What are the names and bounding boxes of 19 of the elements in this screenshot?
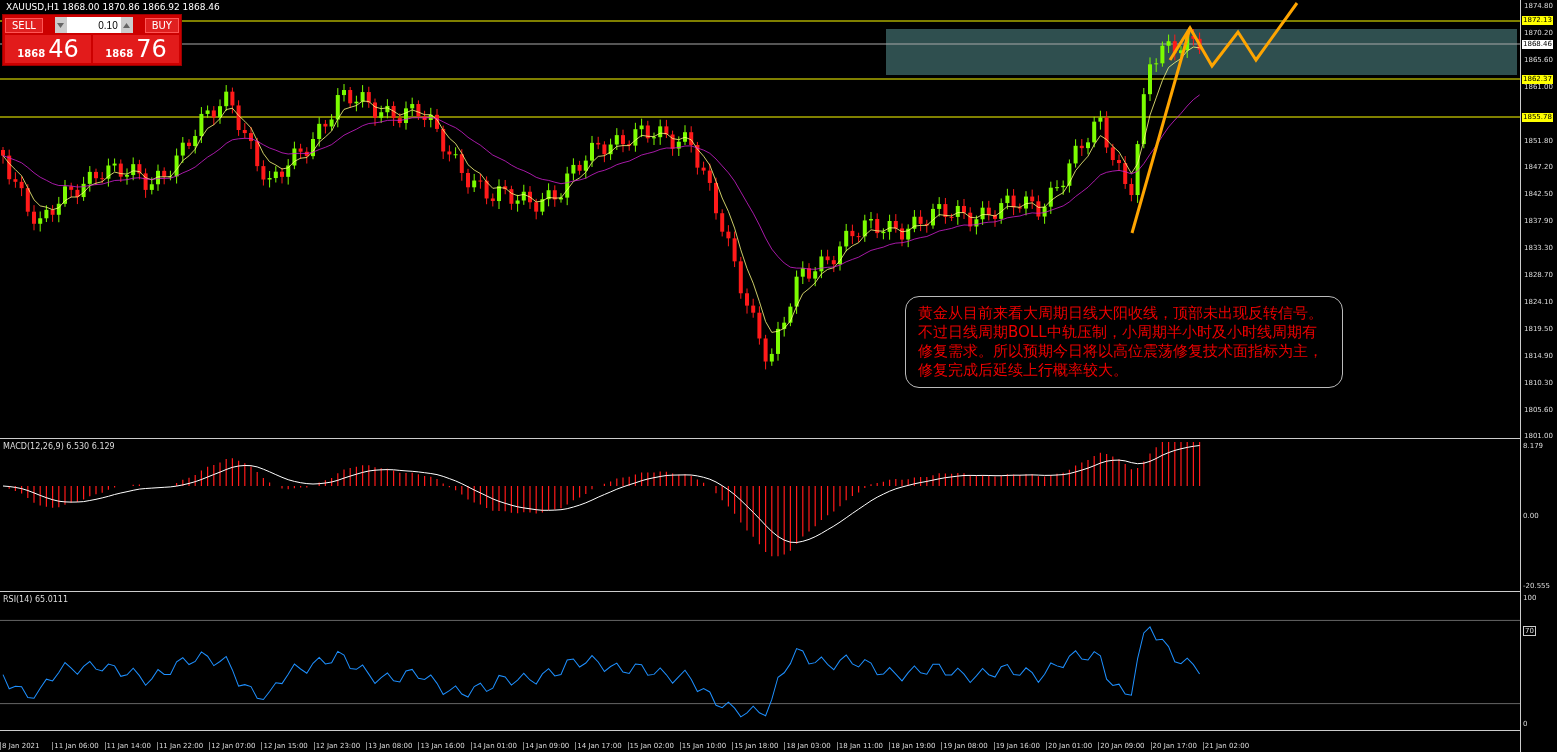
price-zone-rectangle[interactable]: [886, 29, 1517, 75]
down-triangle-icon: [57, 22, 65, 28]
horizontal-level-line[interactable]: [0, 20, 1520, 22]
up-triangle-icon: [123, 22, 131, 28]
buy-price[interactable]: 1868 76: [93, 35, 179, 63]
buy-price-pips: 76: [136, 35, 167, 63]
rsi-label: RSI(14) 65.0111: [3, 595, 69, 604]
projection-zigzag-line[interactable]: [1168, 2, 1299, 69]
sell-price-pips: 46: [48, 35, 79, 63]
chart-header: XAUUSD,H1 1868.00 1870.86 1866.92 1868.46: [6, 2, 220, 12]
lot-size-field[interactable]: 0.10: [66, 17, 121, 33]
analysis-note: 黄金从目前来看大周期日线大阳收线，顶部未出现反转信号。不过日线周期BOLL中轨压制，小周期半小时及小时线周期有修复需求。所以预期今日将以高位震荡修复技术面指标为主，修复完成后延续上行概率较大。: [905, 296, 1343, 388]
sell-price[interactable]: 1868 46: [5, 35, 91, 63]
buy-button[interactable]: BUY: [144, 17, 179, 33]
sell-button[interactable]: SELL: [5, 17, 43, 33]
decrease-lot-button[interactable]: [54, 17, 67, 33]
sell-price-big-figure: 1868: [17, 48, 46, 59]
macd-label: MACD(12,26,9) 6.530 6.129: [3, 442, 115, 451]
buy-price-big-figure: 1868: [105, 48, 134, 59]
